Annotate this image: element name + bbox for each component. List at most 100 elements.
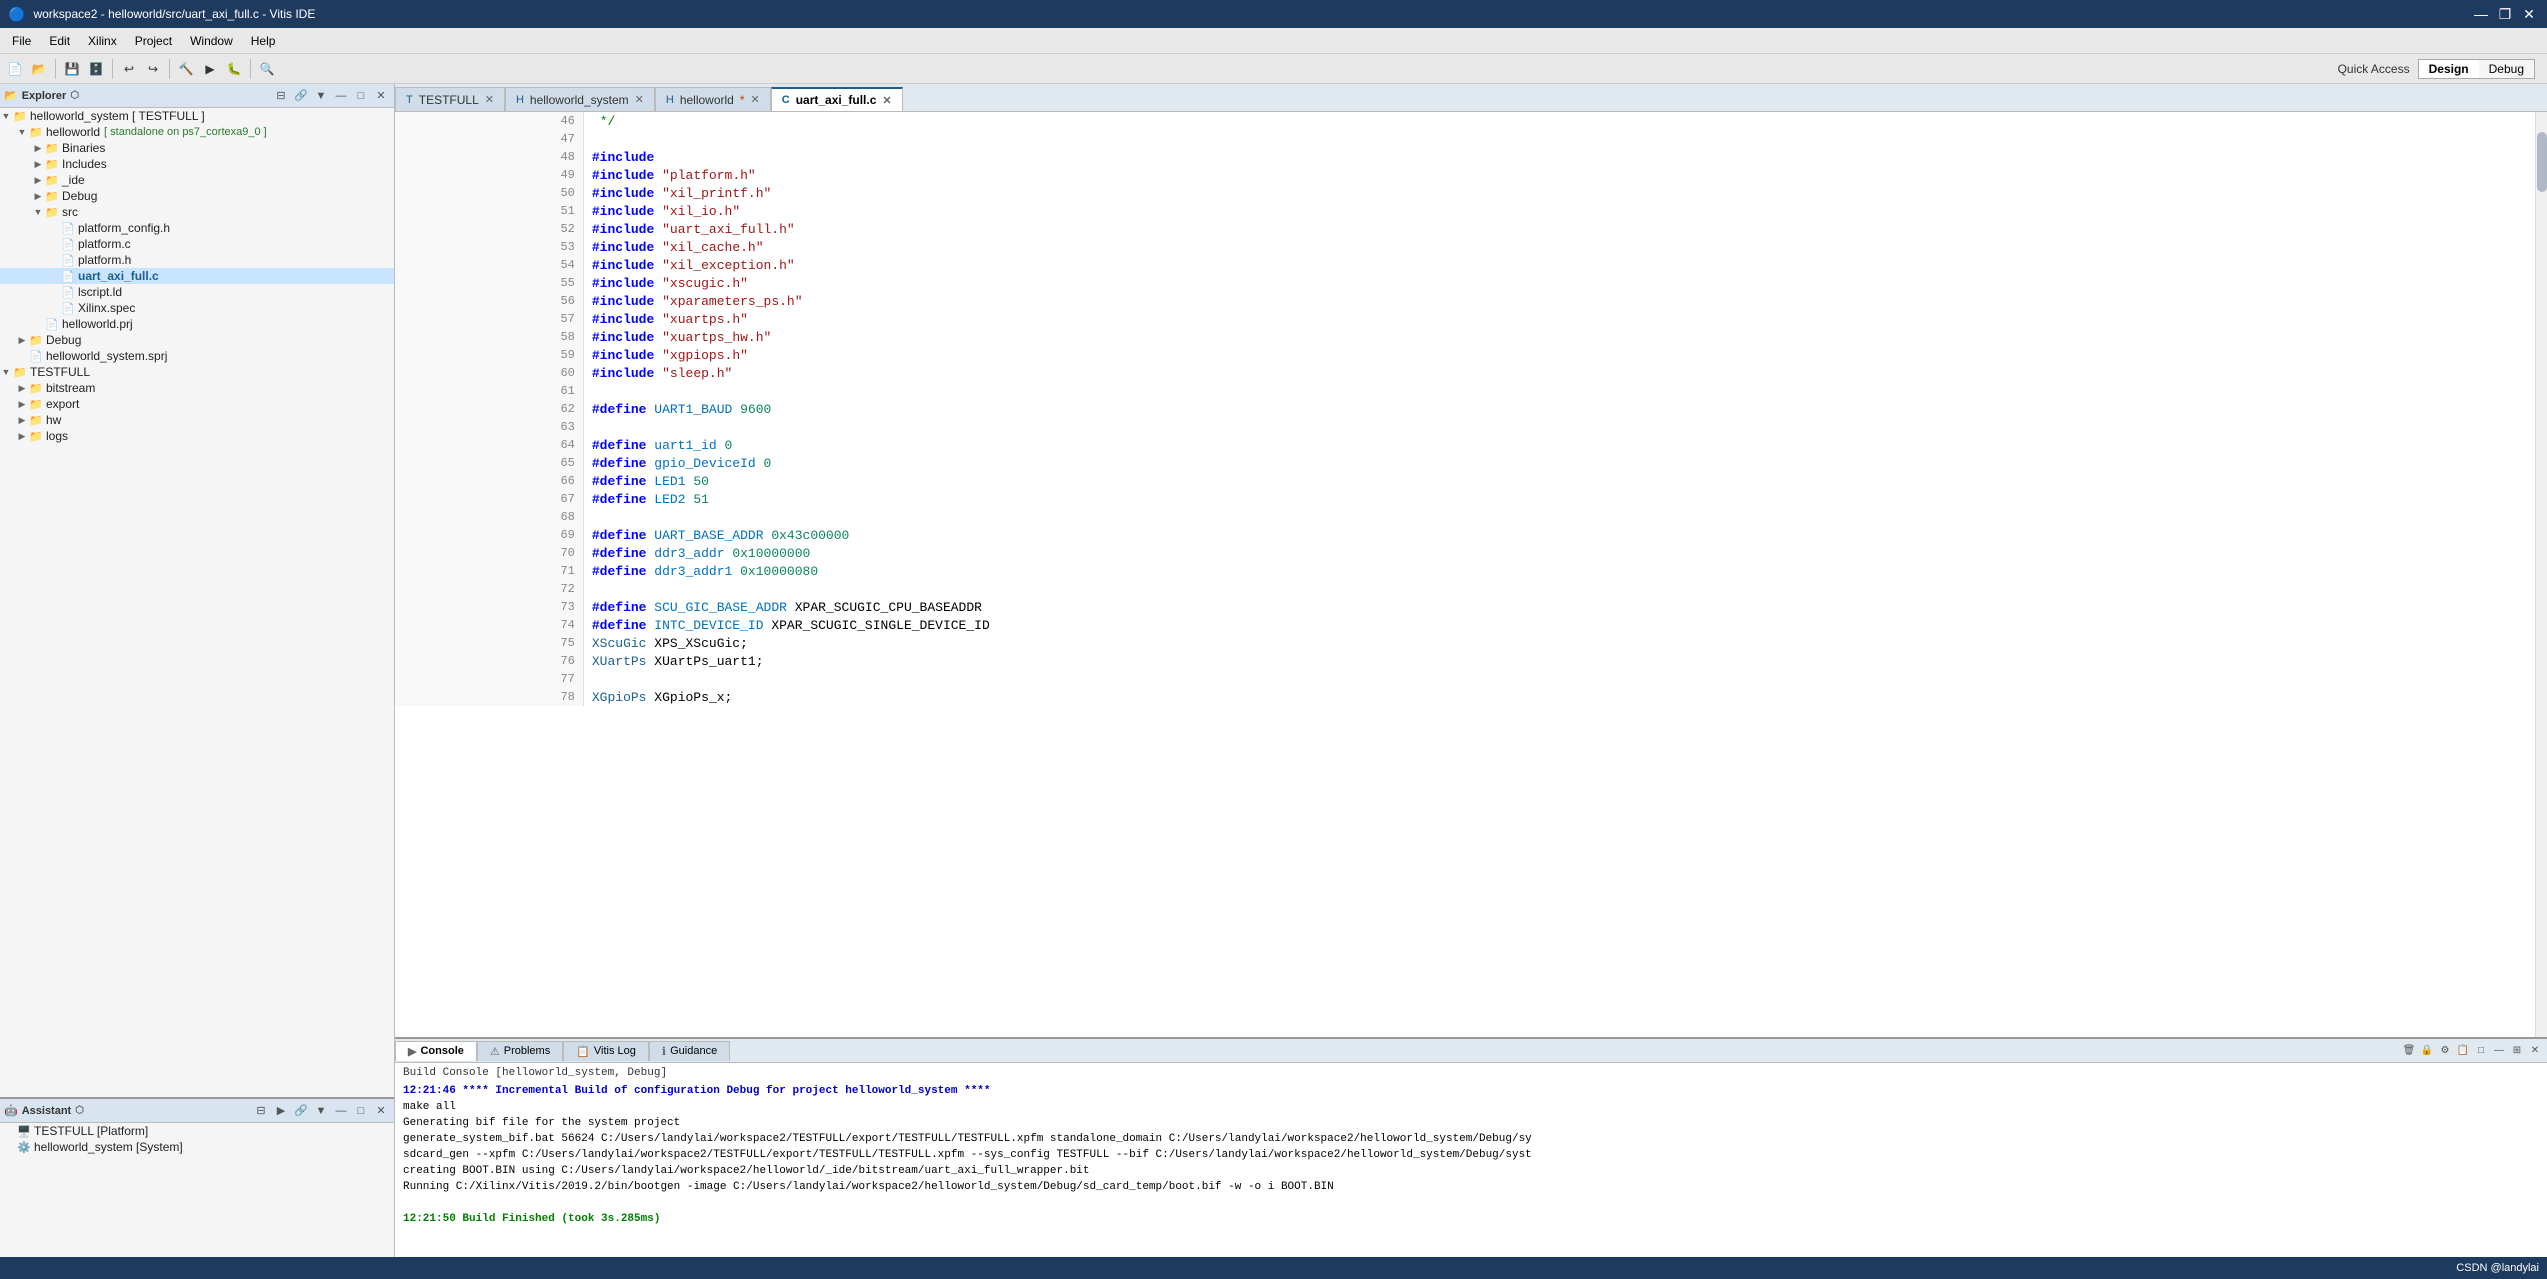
design-tab[interactable]: Design bbox=[2419, 60, 2479, 78]
tree-item[interactable]: ▶ 📁 hw bbox=[0, 412, 394, 428]
menu-help[interactable]: Help bbox=[243, 30, 284, 52]
code-content[interactable] bbox=[583, 580, 2535, 598]
code-content[interactable] bbox=[583, 418, 2535, 436]
tree-item[interactable]: ▶ 📁 Debug bbox=[0, 188, 394, 204]
menu-xilinx[interactable]: Xilinx bbox=[80, 30, 125, 52]
menu-window[interactable]: Window bbox=[182, 30, 241, 52]
code-content[interactable] bbox=[583, 130, 2535, 148]
assistant-link[interactable]: 🔗 bbox=[292, 1102, 310, 1120]
assistant-close[interactable]: ✕ bbox=[372, 1102, 390, 1120]
console-settings[interactable]: ⚙ bbox=[2437, 1043, 2453, 1059]
menu-project[interactable]: Project bbox=[127, 30, 180, 52]
explorer-collapse-all[interactable]: ⊟ bbox=[272, 87, 290, 105]
assistant-item[interactable]: 🖥️ TESTFULL [Platform] bbox=[0, 1123, 394, 1139]
console-close[interactable]: ✕ bbox=[2527, 1043, 2543, 1059]
assistant-minimize[interactable]: — bbox=[332, 1102, 350, 1120]
code-content[interactable] bbox=[583, 382, 2535, 400]
toolbar-save[interactable]: 💾 bbox=[61, 58, 83, 80]
tree-item[interactable]: ▶ 📁 bitstream bbox=[0, 380, 394, 396]
code-content[interactable]: XUartPs XUartPs_uart1; bbox=[583, 652, 2535, 670]
tab-close-button[interactable]: ✕ bbox=[751, 93, 760, 106]
code-content[interactable]: #include "platform.h" bbox=[583, 166, 2535, 184]
code-content[interactable]: #include "sleep.h" bbox=[583, 364, 2535, 382]
explorer-tree[interactable]: ▼ 📁 helloworld_system [ TESTFULL ] ▼ 📁 h… bbox=[0, 108, 394, 1097]
code-content[interactable]: #include "xuartps.h" bbox=[583, 310, 2535, 328]
tree-item[interactable]: 📄 platform.c bbox=[0, 236, 394, 252]
assistant-maximize[interactable]: □ bbox=[352, 1102, 370, 1120]
explorer-link[interactable]: 🔗 bbox=[292, 87, 310, 105]
code-content[interactable] bbox=[583, 508, 2535, 526]
console-copy[interactable]: 📋 bbox=[2455, 1043, 2471, 1059]
menu-file[interactable]: File bbox=[4, 30, 39, 52]
tree-item[interactable]: ▶ 📁 Debug bbox=[0, 332, 394, 348]
explorer-minimize[interactable]: — bbox=[332, 87, 350, 105]
explorer-close[interactable]: ✕ bbox=[372, 87, 390, 105]
tree-item[interactable]: 📄 helloworld_system.sprj bbox=[0, 348, 394, 364]
console-scroll-lock[interactable]: 🔒 bbox=[2419, 1043, 2435, 1059]
maximize-button[interactable]: ❐ bbox=[2495, 5, 2515, 23]
code-content[interactable]: #define gpio_DeviceId 0 bbox=[583, 454, 2535, 472]
minimize-button[interactable]: — bbox=[2471, 5, 2491, 23]
tree-item[interactable]: 📄 uart_axi_full.c bbox=[0, 268, 394, 284]
tree-item[interactable]: ▶ 📁 Binaries bbox=[0, 140, 394, 156]
console-expand[interactable]: □ bbox=[2473, 1043, 2489, 1059]
tree-item[interactable]: 📄 platform.h bbox=[0, 252, 394, 268]
assistant-collapse[interactable]: ⊟ bbox=[252, 1102, 270, 1120]
code-content[interactable]: #include "xscugic.h" bbox=[583, 274, 2535, 292]
code-content[interactable]: #define LED2 51 bbox=[583, 490, 2535, 508]
toolbar-undo[interactable]: ↩ bbox=[118, 58, 140, 80]
toolbar-redo[interactable]: ↪ bbox=[142, 58, 164, 80]
editor-tab-helloworld[interactable]: H helloworld * ✕ bbox=[655, 87, 771, 111]
code-content[interactable]: #define UART_BASE_ADDR 0x43c00000 bbox=[583, 526, 2535, 544]
code-content[interactable]: XGpioPs XGpioPs_x; bbox=[583, 688, 2535, 706]
tab-close-button[interactable]: ✕ bbox=[485, 93, 494, 106]
assistant-filter[interactable]: ▼ bbox=[312, 1102, 330, 1120]
assistant-item[interactable]: ⚙️ helloworld_system [System] bbox=[0, 1139, 394, 1155]
toolbar-save-all[interactable]: 🗄️ bbox=[85, 58, 107, 80]
code-content[interactable]: #include "xil_cache.h" bbox=[583, 238, 2535, 256]
code-content[interactable] bbox=[583, 670, 2535, 688]
code-content[interactable]: #include "uart_axi_full.h" bbox=[583, 220, 2535, 238]
code-content[interactable]: #include "xil_printf.h" bbox=[583, 184, 2535, 202]
explorer-filter[interactable]: ▼ bbox=[312, 87, 330, 105]
code-content[interactable]: */ bbox=[583, 112, 2535, 130]
editor-tab-uart-axi-full-c[interactable]: C uart_axi_full.c ✕ bbox=[771, 87, 903, 111]
code-content[interactable]: #include "xuartps_hw.h" bbox=[583, 328, 2535, 346]
toolbar-run[interactable]: ▶ bbox=[199, 58, 221, 80]
bottom-tab-console[interactable]: ▶ Console bbox=[395, 1041, 477, 1061]
menu-edit[interactable]: Edit bbox=[41, 30, 78, 52]
tree-item[interactable]: ▼ 📁 helloworld_system [ TESTFULL ] bbox=[0, 108, 394, 124]
assistant-tree[interactable]: 🖥️ TESTFULL [Platform] ⚙️ helloworld_sys… bbox=[0, 1123, 394, 1257]
console-clear[interactable]: 🗑 bbox=[2401, 1043, 2417, 1059]
toolbar-debug[interactable]: 🐛 bbox=[223, 58, 245, 80]
tree-item[interactable]: 📄 platform_config.h bbox=[0, 220, 394, 236]
tree-item[interactable]: ▶ 📁 export bbox=[0, 396, 394, 412]
code-content[interactable]: #include "xparameters_ps.h" bbox=[583, 292, 2535, 310]
toolbar-new[interactable]: 📄 bbox=[4, 58, 26, 80]
tab-close-button[interactable]: ✕ bbox=[882, 94, 891, 107]
code-content[interactable]: #include bbox=[583, 148, 2535, 166]
tab-close-button[interactable]: ✕ bbox=[635, 93, 644, 106]
tree-item[interactable]: ▶ 📁 _ide bbox=[0, 172, 394, 188]
editor-scrollbar[interactable] bbox=[2535, 112, 2547, 1037]
debug-tab[interactable]: Debug bbox=[2479, 60, 2534, 78]
tree-item[interactable]: ▶ 📁 logs bbox=[0, 428, 394, 444]
tree-item[interactable]: ▼ 📁 src bbox=[0, 204, 394, 220]
code-content[interactable]: XScuGic XPS_XScuGic; bbox=[583, 634, 2535, 652]
close-button[interactable]: ✕ bbox=[2519, 5, 2539, 23]
code-content[interactable]: #define UART1_BAUD 9600 bbox=[583, 400, 2535, 418]
bottom-tab-vitis log[interactable]: 📋 Vitis Log bbox=[563, 1041, 649, 1061]
code-content[interactable]: #include "xgpiops.h" bbox=[583, 346, 2535, 364]
code-content[interactable]: #define ddr3_addr 0x10000000 bbox=[583, 544, 2535, 562]
toolbar-search[interactable]: 🔍 bbox=[256, 58, 278, 80]
tree-item[interactable]: ▶ 📁 Includes bbox=[0, 156, 394, 172]
tree-item[interactable]: 📄 helloworld.prj bbox=[0, 316, 394, 332]
tree-item[interactable]: 📄 Xilinx.spec bbox=[0, 300, 394, 316]
code-content[interactable]: #include "xil_io.h" bbox=[583, 202, 2535, 220]
editor-tab-helloworld-system[interactable]: H helloworld_system ✕ bbox=[505, 87, 655, 111]
code-content[interactable]: #define ddr3_addr1 0x10000080 bbox=[583, 562, 2535, 580]
editor-tab-testfull[interactable]: T TESTFULL ✕ bbox=[395, 87, 505, 111]
code-content[interactable]: #define uart1_id 0 bbox=[583, 436, 2535, 454]
bottom-tab-guidance[interactable]: ℹ Guidance bbox=[649, 1041, 730, 1061]
tree-item[interactable]: ▼ 📁 TESTFULL bbox=[0, 364, 394, 380]
